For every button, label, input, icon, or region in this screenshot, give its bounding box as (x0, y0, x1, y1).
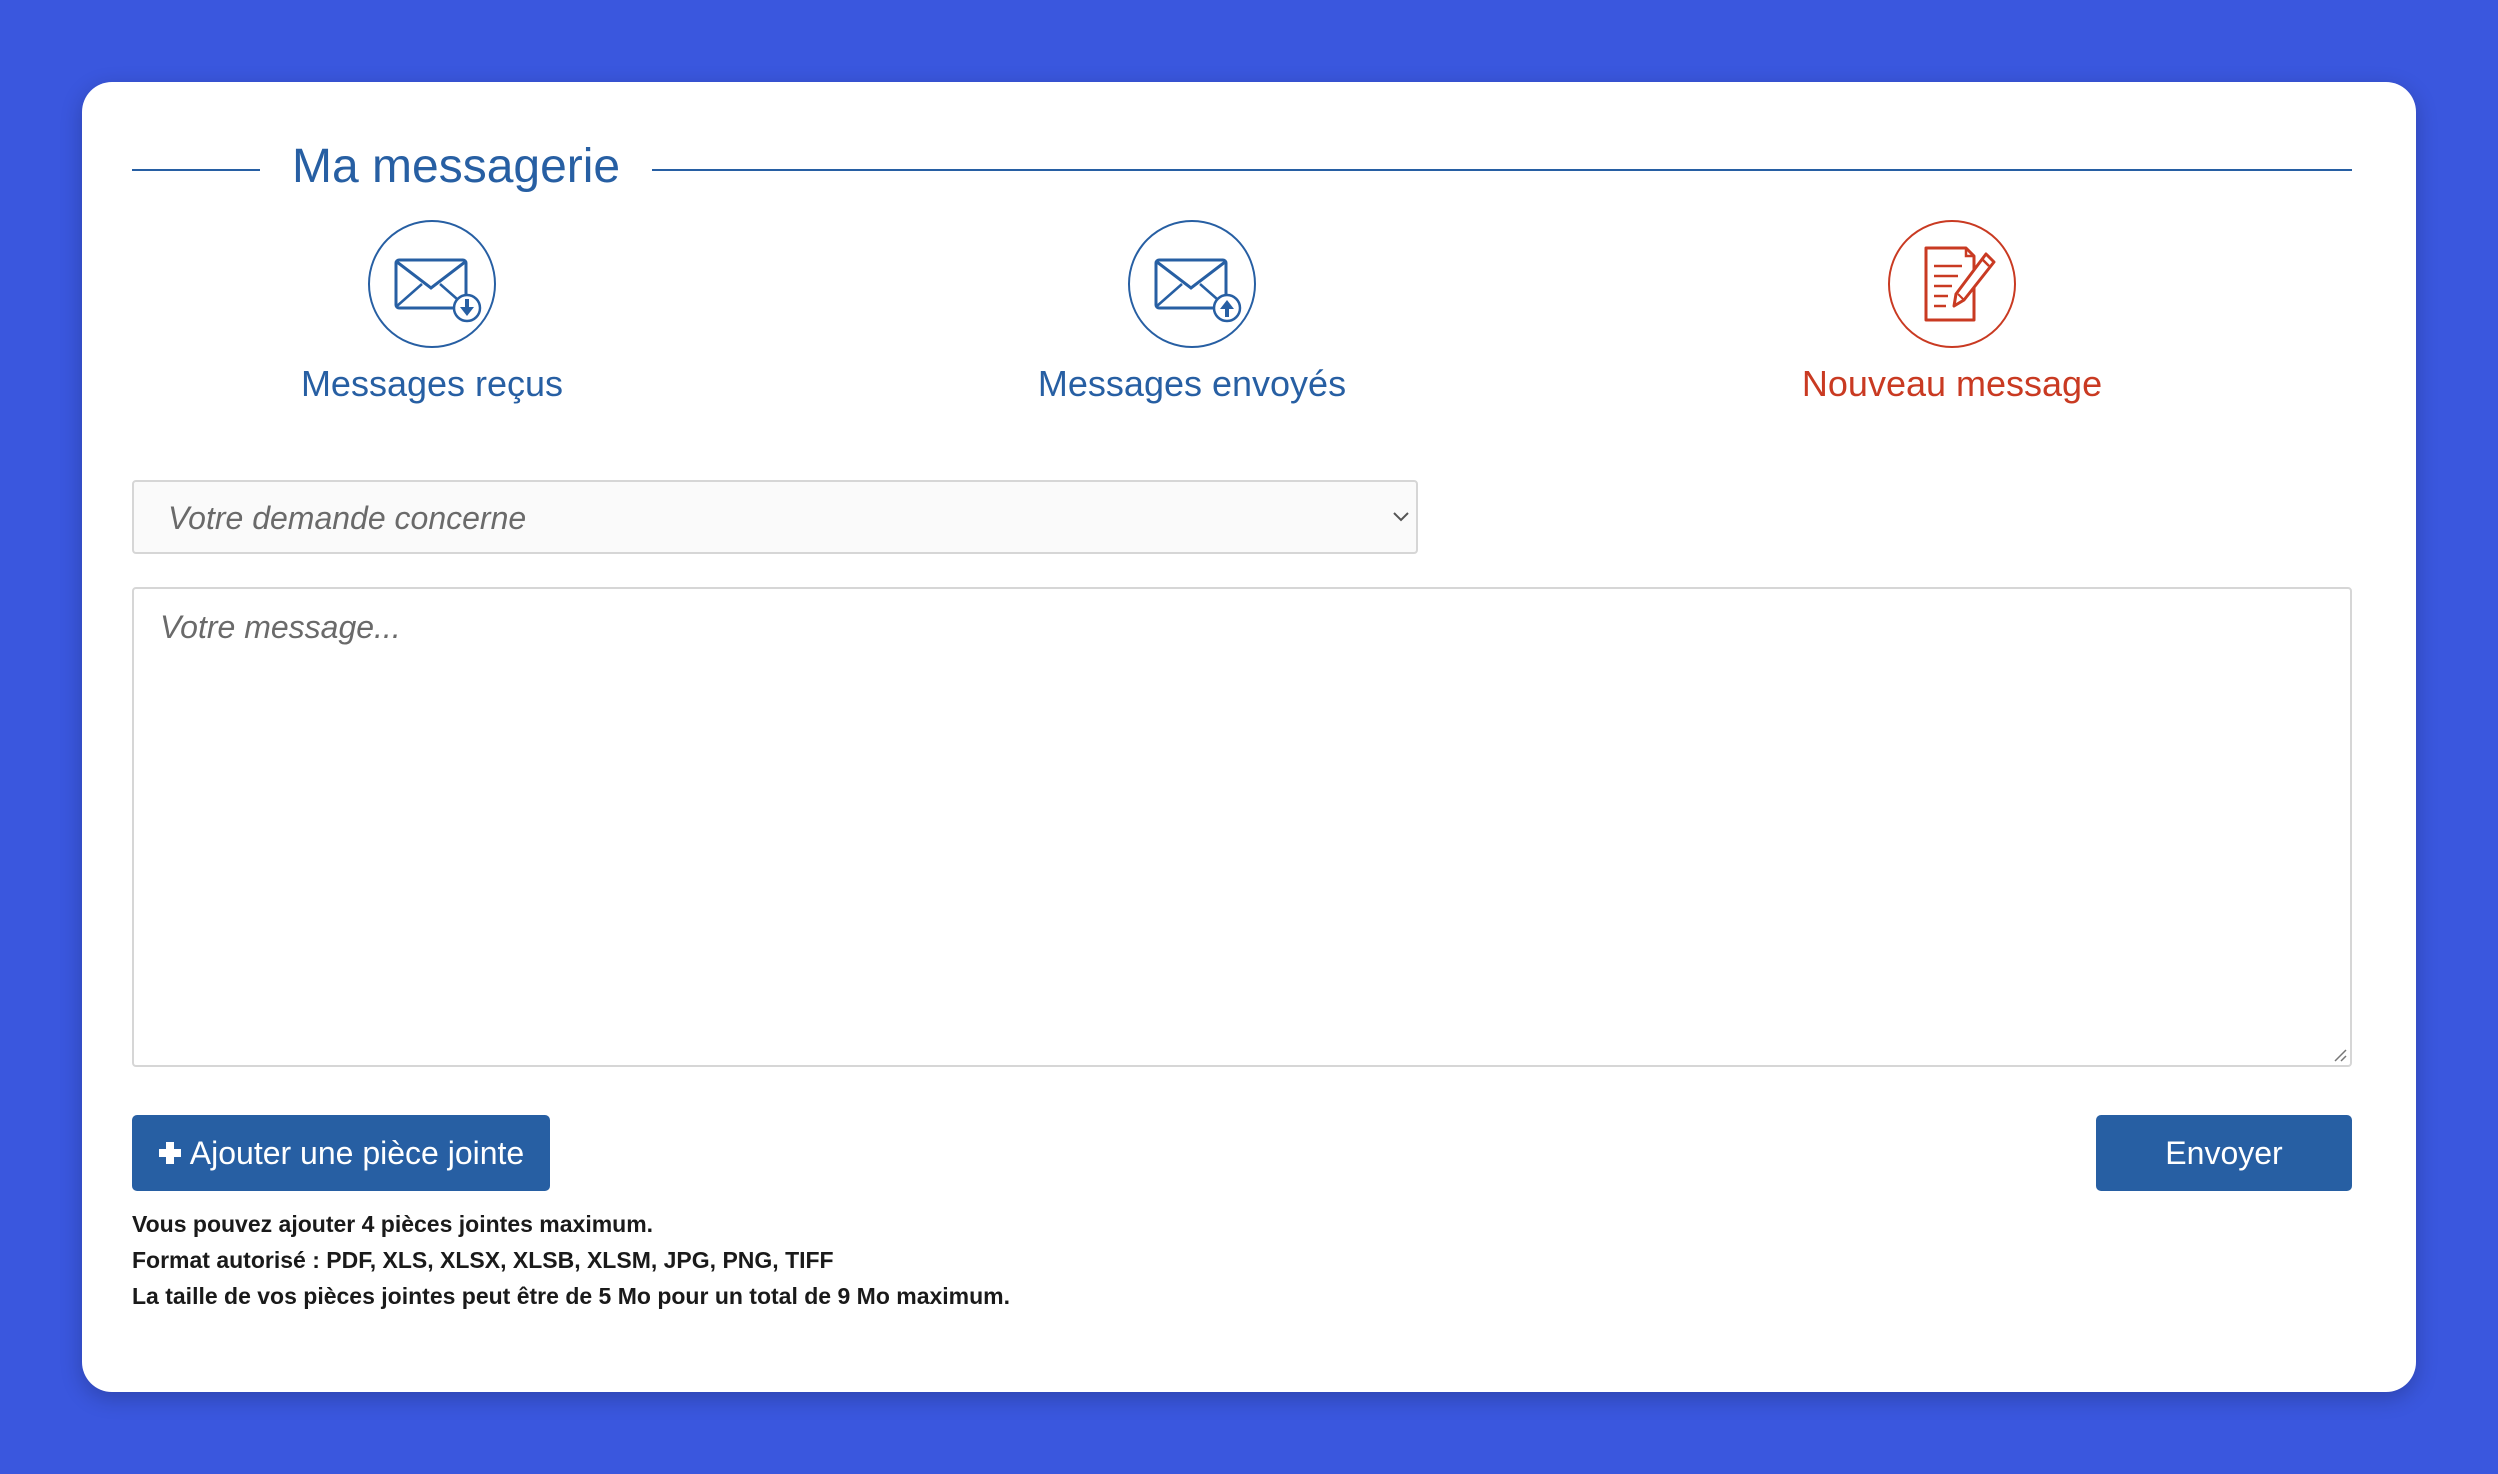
subject-select-value: Votre demande concerne (168, 500, 527, 536)
send-button[interactable]: Envoyer (2096, 1115, 2352, 1191)
tab-label: Messages reçus (300, 363, 564, 404)
document-pen-icon (1888, 220, 2016, 348)
mailbox-tabs: Messages reçus Messages envoyés Nouveau … (132, 220, 2352, 420)
title-divider-left (132, 169, 260, 171)
tab-label: Nouveau message (1801, 363, 2103, 404)
subject-select[interactable]: Votre demande concerne (132, 480, 1418, 554)
plus-icon (158, 1141, 181, 1164)
add-attachment-label: Ajouter une pièce jointe (189, 1135, 525, 1171)
note-allowed-formats: Format autorisé : PDF, XLS, XLSX, XLSB, … (132, 1247, 834, 1273)
note-size-limit: La taille de vos pièces jointes peut êtr… (132, 1283, 1011, 1309)
envelope-upload-icon (1128, 220, 1256, 348)
tab-messages-recus[interactable]: Messages reçus (132, 220, 732, 420)
message-placeholder: Votre message... (160, 609, 401, 645)
messaging-card: Ma messagerie Messages reçus Messages en… (82, 82, 2416, 1392)
message-input[interactable]: Votre message... (132, 587, 2352, 1067)
note-max-attachments: Vous pouvez ajouter 4 pièces jointes max… (132, 1211, 654, 1237)
envelope-download-icon (368, 220, 496, 348)
chevron-down-icon (1393, 512, 1409, 522)
tab-label: Messages envoyés (1037, 363, 1347, 404)
add-attachment-button[interactable]: Ajouter une pièce jointe (132, 1115, 550, 1191)
title-row: Ma messagerie (132, 110, 2352, 194)
title-divider-right (652, 169, 2352, 171)
tab-nouveau-message[interactable]: Nouveau message (1652, 220, 2252, 420)
attachment-notes: Vous pouvez ajouter 4 pièces jointes max… (132, 1206, 1532, 1314)
tab-messages-envoyes[interactable]: Messages envoyés (892, 220, 1492, 420)
resize-handle-icon[interactable] (2330, 1045, 2348, 1063)
page-title: Ma messagerie (292, 140, 621, 193)
